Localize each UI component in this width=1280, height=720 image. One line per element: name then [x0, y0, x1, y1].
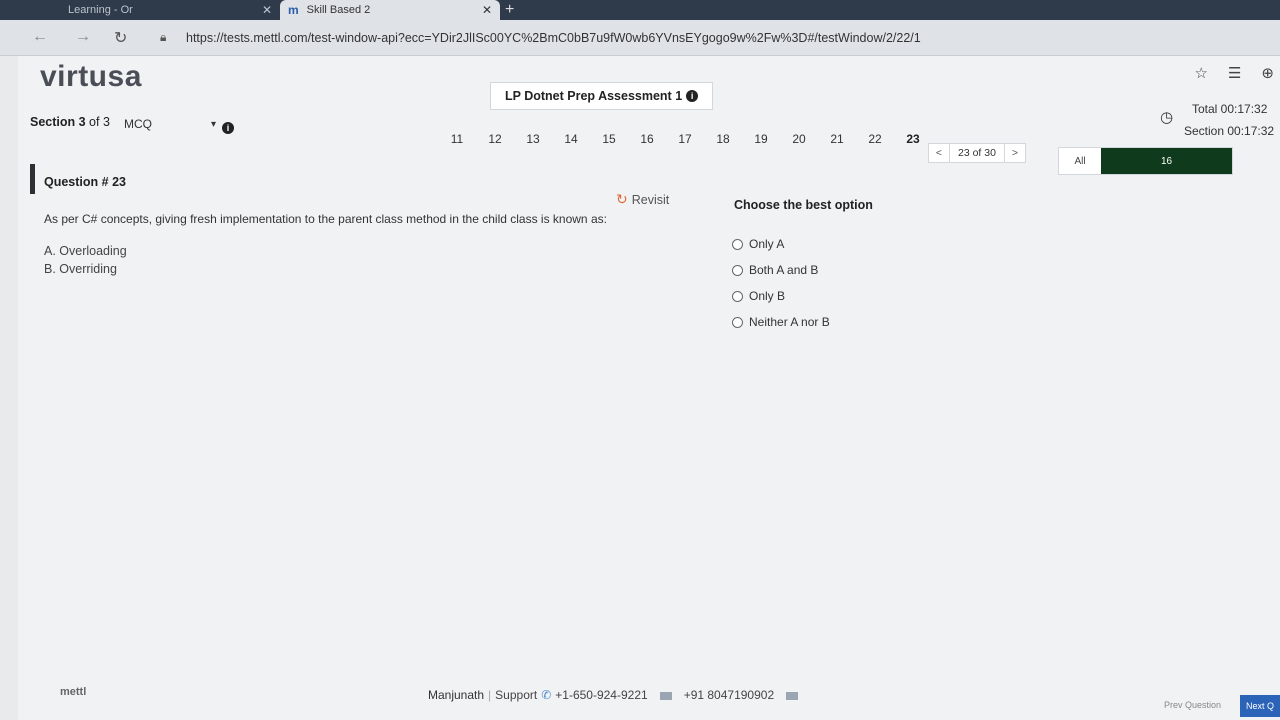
section-number: Section 3 — [30, 115, 86, 129]
timer-section: Section 00:17:32 — [1184, 124, 1275, 138]
next-page-button[interactable]: > — [1005, 147, 1025, 159]
question-number-13[interactable]: 13 — [514, 132, 552, 146]
browser-tab-skill-based[interactable]: m Skill Based 2 ✕ — [280, 0, 500, 20]
chevron-down-icon: ▾ — [210, 118, 216, 130]
answer-option-neither[interactable]: Neither A nor B — [732, 309, 830, 335]
mettl-logo: mettl — [60, 686, 87, 698]
phone-icon: ✆ — [541, 688, 552, 702]
question-number-16[interactable]: 16 — [628, 132, 666, 146]
prev-question-button[interactable]: Prev Question — [1164, 700, 1221, 710]
filter-all-button[interactable]: All — [1059, 148, 1101, 174]
url-field[interactable]: https://tests.mettl.com/test-window-api?… — [186, 31, 921, 45]
forward-arrow-icon[interactable]: → — [75, 28, 91, 46]
mettl-favicon-icon: m — [288, 3, 299, 17]
question-number-22[interactable]: 22 — [856, 132, 894, 146]
revisit-button[interactable]: ↻ Revisit — [616, 191, 669, 208]
tab-label: Learning - Or — [68, 4, 133, 16]
close-icon[interactable]: ✕ — [262, 3, 272, 17]
browser-tab-learning[interactable]: Learning - Or ✕ — [60, 0, 280, 20]
answer-option-label: Both A and B — [749, 263, 819, 277]
divider: | — [488, 688, 492, 702]
close-icon[interactable]: ✕ — [482, 3, 492, 17]
support-label: Support — [495, 688, 538, 702]
question-pager: < 23 of 30 > — [928, 143, 1026, 163]
radio-button[interactable] — [732, 316, 743, 328]
browser-actions: ☆ ☰ ⊕ — [1195, 64, 1274, 82]
question-number-15[interactable]: 15 — [590, 132, 628, 146]
question-statement-a: A. Overloading — [44, 244, 127, 258]
answer-option-label: Only B — [749, 289, 786, 303]
browser-address-bar: ← → ↻ 🔒︎ https://tests.mettl.com/test-wi… — [0, 20, 1280, 56]
section-dropdown[interactable]: MCQ ▾ — [116, 114, 216, 134]
answer-heading: Choose the best option — [734, 198, 873, 212]
next-question-button[interactable]: Next Q — [1240, 695, 1280, 717]
favorites-icon[interactable]: ☰ — [1228, 64, 1241, 82]
support-contact: Manjunath | Support ✆ +1-650-924-9221 +91 804… — [428, 688, 810, 702]
radio-button[interactable] — [732, 264, 743, 276]
question-number-20[interactable]: 20 — [780, 132, 818, 146]
timer-total: Total 00:17:32 — [1192, 102, 1268, 116]
page-count: 23 of 30 — [949, 144, 1005, 162]
assessment-title[interactable]: LP Dotnet Prep Assessment 1 i — [490, 82, 714, 110]
question-number-14[interactable]: 14 — [552, 132, 590, 146]
section-indicator: Section 3 of 3 — [30, 115, 110, 129]
star-icon[interactable]: ☆ — [1195, 64, 1208, 82]
new-tab-icon[interactable]: + — [505, 1, 514, 19]
question-number-18[interactable]: 18 — [704, 132, 742, 146]
question-navigator: 11 12 13 14 15 16 17 18 19 20 21 22 23 — [438, 132, 932, 146]
info-icon[interactable]: i — [222, 122, 234, 134]
answer-option-label: Neither A nor B — [749, 315, 830, 329]
reload-icon[interactable]: ↻ — [114, 28, 127, 48]
lock-icon[interactable]: 🔒︎ — [160, 30, 166, 45]
tab-label: Skill Based 2 — [306, 4, 371, 16]
question-number-21[interactable]: 21 — [818, 132, 856, 146]
question-statement-b: B. Overriding — [44, 262, 117, 276]
revisit-label: Revisit — [631, 192, 670, 207]
assessment-title-text: LP Dotnet Prep Assessment 1 — [505, 89, 683, 103]
answer-option-only-a[interactable]: Only A — [732, 231, 830, 257]
question-filter: All 16 — [1058, 147, 1233, 175]
support-phone-us: +1-650-924-9221 — [555, 688, 648, 702]
radio-button[interactable] — [732, 290, 743, 302]
question-number-19[interactable]: 19 — [742, 132, 780, 146]
question-text: As per C# concepts, giving fresh impleme… — [44, 212, 607, 226]
filter-count[interactable]: 16 — [1101, 148, 1232, 174]
support-phone-in: +91 8047190902 — [683, 688, 775, 702]
back-arrow-icon[interactable]: ← — [32, 28, 48, 46]
question-number-12[interactable]: 12 — [476, 132, 514, 146]
revisit-icon: ↻ — [616, 191, 628, 207]
info-icon[interactable]: i — [686, 90, 699, 102]
section-selected-value: MCQ — [124, 117, 152, 131]
answer-option-only-b[interactable]: Only B — [732, 283, 830, 309]
answer-option-label: Only A — [749, 237, 785, 251]
radio-button[interactable] — [732, 238, 743, 250]
clock-icon: ◷ — [1160, 109, 1174, 126]
footer: mettl Manjunath | Support ✆ +1-650-924-9221 +… — [18, 676, 1280, 720]
question-number-17[interactable]: 17 — [666, 132, 704, 146]
candidate-name: Manjunath — [428, 688, 485, 702]
question-number-11[interactable]: 11 — [438, 132, 476, 146]
virtusa-logo: virtusa — [40, 60, 142, 93]
section-total: of 3 — [85, 115, 110, 129]
question-marker — [30, 164, 35, 194]
answer-options: Only A Both A and B Only B Neither A nor… — [732, 231, 830, 335]
browser-tab-bar: Learning - Or ✕ m Skill Based 2 ✕ + — [0, 0, 1280, 20]
question-number-23[interactable]: 23 — [894, 132, 932, 146]
question-title: Question # 23 — [44, 175, 126, 189]
answer-option-both-a-and-b[interactable]: Both A and B — [732, 257, 830, 283]
prev-page-button[interactable]: < — [929, 147, 949, 159]
test-window: virtusa ☆ ☰ ⊕ LP Dotnet Prep Assessment … — [18, 56, 1280, 720]
collections-icon[interactable]: ⊕ — [1261, 64, 1274, 82]
us-flag-icon — [659, 691, 672, 700]
india-flag-icon — [786, 691, 799, 700]
